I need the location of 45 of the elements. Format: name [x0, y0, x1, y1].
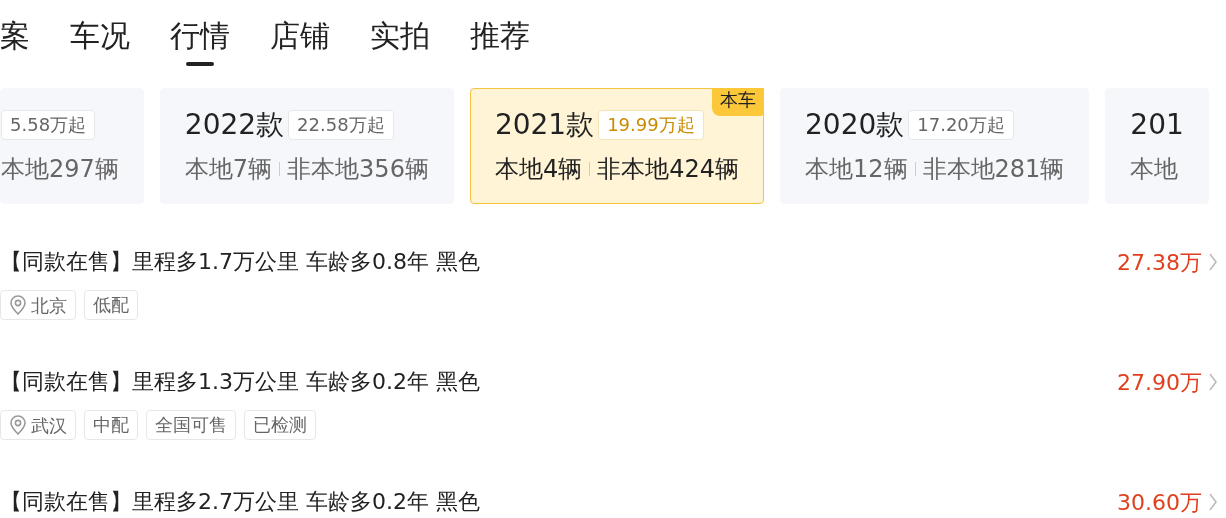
tab[interactable]: 车况 — [70, 14, 130, 66]
chevron-right-icon[interactable] — [1208, 372, 1218, 392]
starting-price: 22.58万起 — [288, 110, 394, 140]
nonlocal-count: 非本地281辆 — [922, 154, 1065, 185]
tab[interactable]: 实拍 — [370, 14, 430, 66]
listing-tag: 已检测 — [244, 410, 316, 440]
listing-tag: 全国可售 — [146, 410, 236, 440]
local-count: 本地12辆 — [805, 154, 908, 185]
listing-title[interactable]: 【同款在售】里程多1.7万公里 车龄多0.8年 黑色 — [0, 246, 480, 278]
starting-price: 17.20万起 — [908, 110, 1014, 140]
model-year-card[interactable]: 2020款 17.20万起 本地12辆 非本地281辆 — [780, 88, 1090, 204]
model-year: 2021款 — [494, 107, 595, 143]
tab[interactable]: 推荐 — [470, 14, 530, 66]
model-year: 201 — [1130, 107, 1184, 143]
listing-tag: 中配 — [84, 410, 138, 440]
listing-price: 27.38万 — [1117, 248, 1202, 277]
chevron-right-icon[interactable] — [1208, 252, 1218, 272]
listing-price: 27.90万 — [1117, 368, 1202, 397]
model-year-card[interactable]: 5.58万起 本地297辆 — [0, 88, 144, 204]
location-tag: 北京 — [0, 290, 76, 320]
listing-tag: 低配 — [84, 290, 138, 320]
nonlocal-count: 非本地356辆 — [287, 154, 429, 185]
model-year-card[interactable]: 201 本地 — [1105, 88, 1209, 204]
model-year-card[interactable]: 本车 2021款 19.99万起 本地4辆 非本地424辆 — [469, 88, 764, 204]
listing-title[interactable]: 【同款在售】里程多1.3万公里 车龄多0.2年 黑色 — [0, 366, 480, 398]
listing-price: 30.60万 — [1117, 488, 1202, 517]
nonlocal-count: 非本地424辆 — [597, 154, 739, 185]
starting-price: 5.58万起 — [1, 110, 96, 140]
listing-title[interactable]: 【同款在售】里程多2.7万公里 车龄多0.2年 黑色 — [0, 486, 480, 518]
nonlocal-count: 本地297辆 — [1, 154, 119, 185]
model-year-card[interactable]: 2022款 22.58万起 本地7辆 非本地356辆 — [159, 88, 454, 204]
location-pin-icon — [9, 295, 27, 315]
local-count: 本地4辆 — [494, 154, 583, 185]
local-count: 本地 — [1130, 154, 1179, 185]
tab[interactable]: 店铺 — [270, 14, 330, 66]
starting-price: 19.99万起 — [598, 110, 704, 140]
tab[interactable]: 行情 — [170, 14, 230, 66]
local-count: 本地7辆 — [184, 154, 273, 185]
chevron-right-icon[interactable] — [1208, 492, 1218, 512]
model-year: 2022款 — [184, 107, 285, 143]
location-tag: 武汉 — [0, 410, 76, 440]
tab[interactable]: 案 — [0, 14, 30, 66]
model-year: 2020款 — [805, 107, 905, 143]
location-pin-icon — [9, 415, 27, 435]
current-car-badge: 本车 — [712, 88, 764, 116]
